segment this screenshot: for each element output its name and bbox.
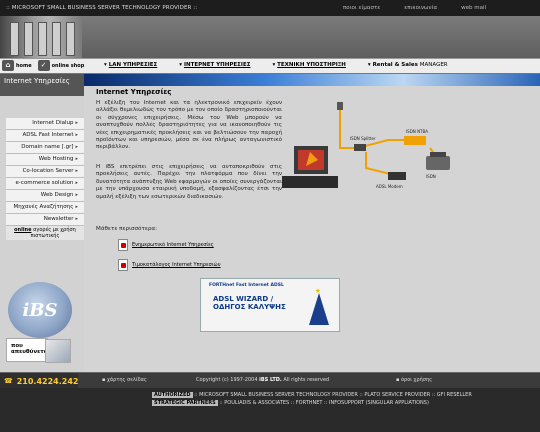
home-icon: ⌂ xyxy=(2,60,14,71)
tagline: :: MICROSOFT SMALL BUSINESS SERVER TECHN… xyxy=(6,5,198,11)
main-nav: ⌂ home ✓ online shop ▾ LAN ΥΠΗΡΕΣΙΕΣ ▾ ΙΝΤ… xyxy=(0,58,540,74)
wizard-caption: FORTHnet Fast Internet ADSL xyxy=(209,283,284,288)
diagram-label-isdn: ISDN xyxy=(426,174,436,179)
menu-internet[interactable]: ▾ ΙΝΤΕΡΝΕΤ ΥΠΗΡΕΣΙΕΣ xyxy=(179,62,250,68)
diagram-label-ntba: ISDN NTBA xyxy=(406,129,428,134)
terms-link[interactable]: ▪ όροι χρήσης xyxy=(396,377,432,383)
copyright: Copyright (c) 1997-2004 iBS LTD. All rig… xyxy=(196,377,330,383)
audience-promo[interactable]: που απευθύνεται; xyxy=(6,338,71,363)
about-link[interactable]: ποιοι είμαστε xyxy=(343,5,380,11)
sidebar-item-domain[interactable]: Domain name [.gr] xyxy=(6,142,84,154)
partners-line: STRATEGIC PARTNERS :: POULIADIS & ASSOCI… xyxy=(152,400,429,406)
home-button[interactable]: ⌂ home xyxy=(2,60,32,71)
menu-bar: ▾ LAN ΥΠΗΡΕΣΙΕΣ ▾ ΙΝΤΕΡΝΕΤ ΥΠΗΡΕΣΙΕΣ ▾ Τ… xyxy=(104,62,470,68)
header-buttons: ⌂ home ✓ online shop xyxy=(2,60,84,71)
pdf-icon xyxy=(118,259,128,271)
adsl-wizard-banner[interactable]: FORTHnet Fast Internet ADSL ADSL WIZARD … xyxy=(200,278,340,332)
sidebar-item-search-engines[interactable]: Μηχανές Αναζήτησης xyxy=(6,202,84,214)
wizard-title-line2: ΟΔΗΓΟΣ ΚΑΛΥΨΗΣ xyxy=(213,303,286,311)
sidebar-item-dialup[interactable]: Internet Dialup xyxy=(6,118,84,130)
sitemap-link[interactable]: ▪ χάρτης σελίδας xyxy=(102,377,147,383)
cart-icon: ✓ xyxy=(37,60,50,71)
contact-link[interactable]: επικοινωνία xyxy=(404,5,437,11)
top-bar: :: MICROSOFT SMALL BUSINESS SERVER TECHN… xyxy=(0,0,540,16)
blue-banner xyxy=(84,74,540,86)
ibs-paragraph: Η iBS επιτρέπει στις επιχειρήσεις να αντ… xyxy=(96,164,282,200)
servers-image xyxy=(0,16,82,58)
phone-icon: ☎ xyxy=(4,377,13,385)
header-banner xyxy=(0,16,540,58)
sidebar-item-online-payments[interactable]: online αγορές με χρήση πιστωτικής xyxy=(6,226,84,240)
diagram-label-modem: ADSL Modem xyxy=(376,184,403,189)
authorized-line: AUTHORIZED :: MICROSOFT SMALL BUSINESS S… xyxy=(152,392,472,398)
sidebar-item-hosting[interactable]: Web Hosting xyxy=(6,154,84,166)
card-icon xyxy=(45,339,71,363)
main-content: Internet Υπηρεσίες Η εξέλιξη του Interne… xyxy=(84,86,540,372)
phone-number: 210.4224.242 xyxy=(16,376,79,386)
intro-paragraph: Η εξέλιξη του Internet και τα ηλεκτρονικ… xyxy=(96,100,282,151)
diagram-label-splitter: ISDN Splitter xyxy=(350,136,376,141)
pdf-icon xyxy=(118,239,128,251)
top-nav: ποιοι είμαστε επικοινωνία web mail xyxy=(343,5,486,11)
header-background xyxy=(82,16,540,58)
wizard-hat-icon xyxy=(309,293,329,325)
sidebar-item-ecommerce[interactable]: e-commerce solution xyxy=(6,178,84,190)
sidebar-list: Internet Dialup ADSL Fast Internet Domai… xyxy=(6,118,84,240)
menu-rental[interactable]: ▾ Rental & Sales MANAGER xyxy=(368,62,448,68)
phone-box: ☎ 210.4224.242 xyxy=(0,373,78,389)
sidebar-title: Internet Υπηρεσίες xyxy=(0,74,84,96)
partners-footer: AUTHORIZED :: MICROSOFT SMALL BUSINESS S… xyxy=(0,388,540,432)
page-title: Internet Υπηρεσίες xyxy=(96,88,172,96)
download-brochure[interactable]: Ενημερωτικό Internet Υπηρεσίες xyxy=(118,239,214,251)
network-diagram: ISDN Splitter ISDN NTBA ADSL Modem ISDN xyxy=(282,102,450,189)
sidebar-item-adsl[interactable]: ADSL Fast Internet xyxy=(6,130,84,142)
footer: ☎ 210.4224.242 ▪ χάρτης σελίδας Copyright… xyxy=(0,372,540,389)
shop-button[interactable]: ✓ online shop xyxy=(37,60,84,71)
ibs-logo: iBS xyxy=(8,282,72,338)
sidebar-item-newsletter[interactable]: Newsletter xyxy=(6,214,84,226)
webmail-link[interactable]: web mail xyxy=(461,5,486,11)
sidebar-item-webdesign[interactable]: Web Design xyxy=(6,190,84,202)
download-pricelist[interactable]: Τιμοκατάλογος Internet Υπηρεσιών xyxy=(118,259,221,271)
learn-more-text: Μάθετε περισσότερα: xyxy=(96,226,157,232)
menu-support[interactable]: ▾ ΤΕΧΝΙΚΗ ΥΠΟΣΤΗΡΙΞΗ xyxy=(272,62,345,68)
sidebar-item-colocation[interactable]: Co-location Server xyxy=(6,166,84,178)
menu-lan[interactable]: ▾ LAN ΥΠΗΡΕΣΙΕΣ xyxy=(104,62,157,68)
wizard-title-line1: ADSL WIZARD / xyxy=(213,295,274,303)
